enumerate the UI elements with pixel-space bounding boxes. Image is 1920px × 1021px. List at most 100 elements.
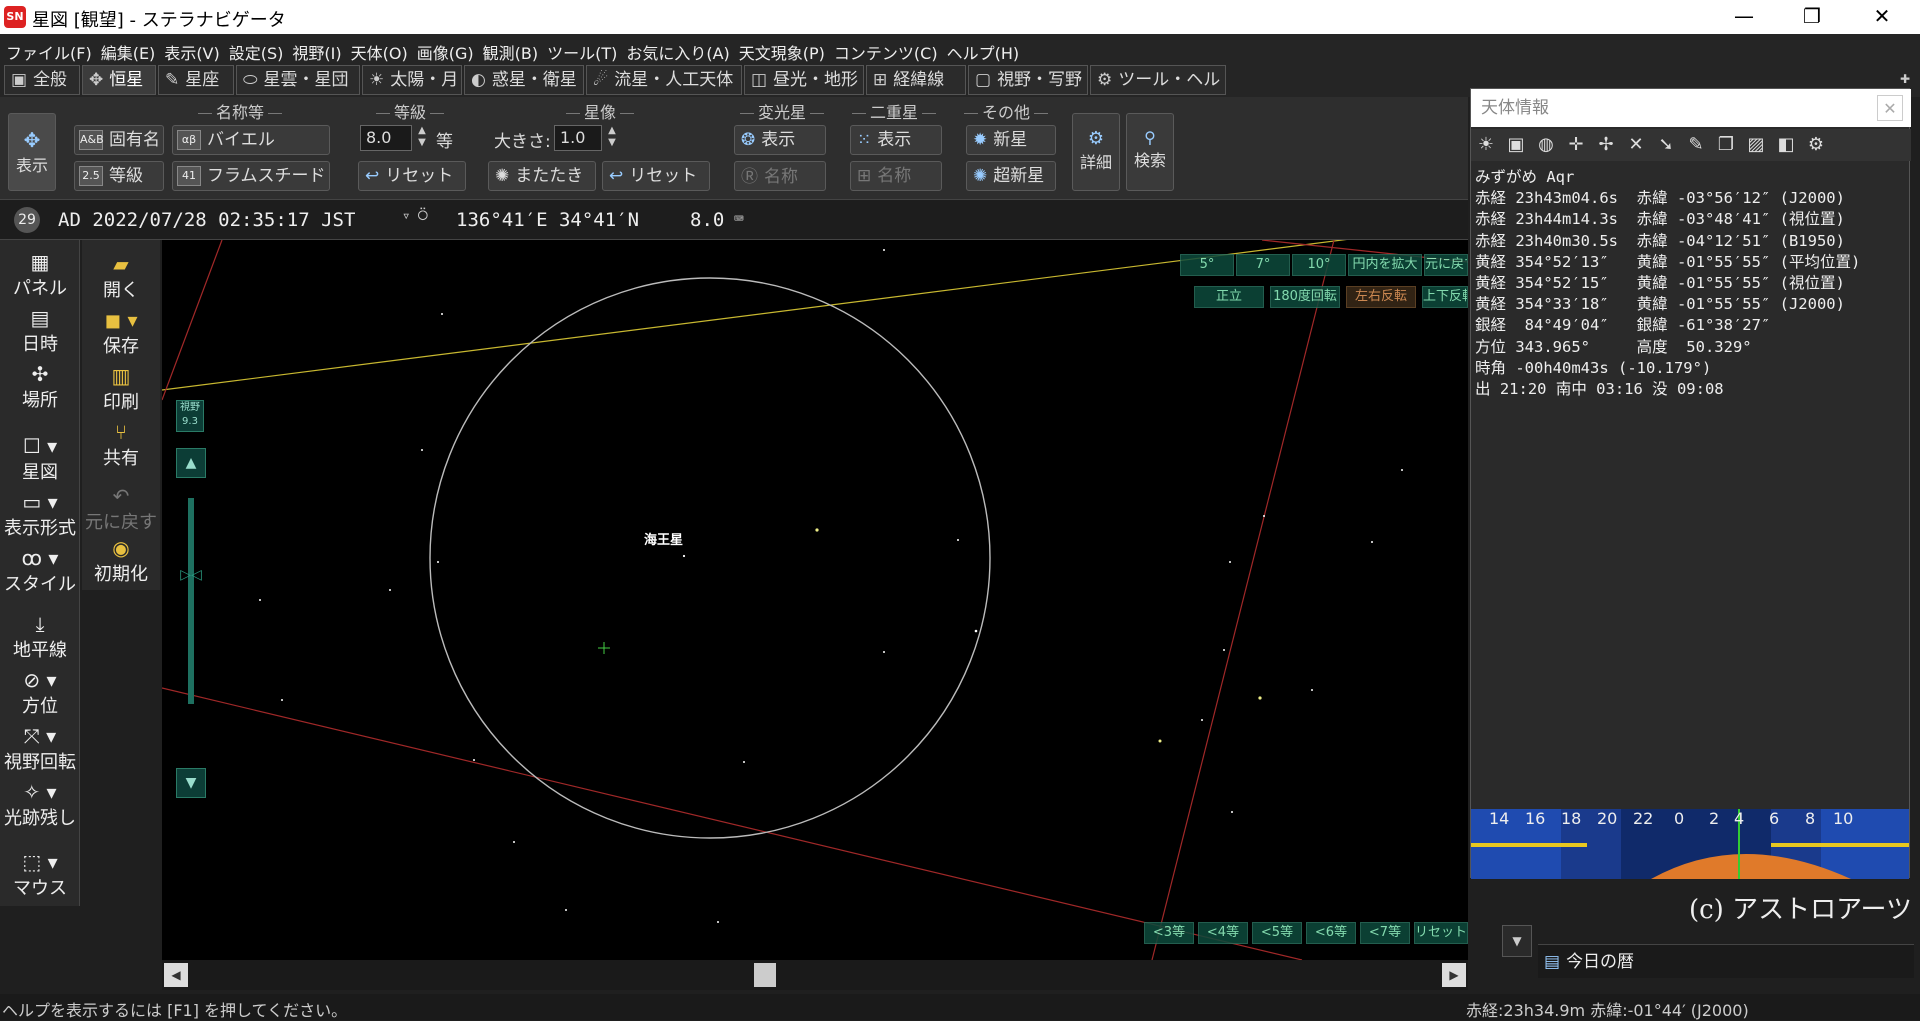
tab-general[interactable]: ▣ 全般	[4, 65, 80, 95]
twinkle-button[interactable]: ✺ またたき	[488, 161, 596, 191]
limit-mag6-button[interactable]: <6等	[1306, 922, 1356, 944]
datetime-button[interactable]: ▤ 日時	[0, 306, 80, 356]
style-button[interactable]: ꝏ ▾ スタイル	[0, 546, 80, 596]
variable-name-button[interactable]: Ⓡ 名称	[734, 161, 826, 191]
tab-nebula[interactable]: ⬭ 星雲・星団	[236, 65, 360, 95]
pointer-icon[interactable]: ➘	[1651, 131, 1681, 159]
altitude-timeline[interactable]: 14 16 18 20 22 0 2 4 6 8 10	[1471, 809, 1909, 879]
magnitude-reset-button[interactable]: ↩ リセット	[358, 161, 466, 191]
dropdown-icon[interactable]: ▿	[402, 208, 410, 224]
double-show-button[interactable]: ⁙ 表示	[850, 125, 942, 155]
image-icon[interactable]: ▨	[1741, 131, 1771, 159]
cross-icon[interactable]: ✛	[1561, 131, 1591, 159]
restore-button[interactable]: ❐	[1782, 0, 1842, 34]
panel-button[interactable]: ▦ パネル	[0, 250, 80, 300]
info-panel-close-icon[interactable]: ✕	[1877, 95, 1903, 121]
open-button[interactable]: ▰ 開く	[82, 252, 160, 302]
close-button[interactable]: ✕	[1852, 0, 1912, 34]
scroll-left-button[interactable]: ◀	[164, 963, 188, 987]
objects-icon[interactable]: ◍	[1531, 131, 1561, 159]
proper-name-button[interactable]: A&B 固有名	[74, 125, 164, 155]
menu-favorites[interactable]: お気に入り(A)	[620, 34, 732, 64]
zoom-out-button[interactable]: ▼	[176, 768, 206, 798]
print-button[interactable]: ▥ 印刷	[82, 364, 160, 414]
display-format-button[interactable]: ▭ ▾ 表示形式	[0, 490, 80, 540]
mirror-lr-button[interactable]: 左右反転	[1346, 286, 1416, 308]
menu-settings[interactable]: 設定(S)	[223, 34, 287, 64]
size-spinner[interactable]: ▲ ▼	[604, 125, 620, 151]
tab-grid[interactable]: ⊞ 経緯線	[866, 65, 966, 95]
trail-button[interactable]: ✧ ▾ 光跡残し	[0, 780, 80, 830]
menu-observe[interactable]: 観測(B)	[477, 34, 541, 64]
sun-icon[interactable]: ☀	[1471, 131, 1501, 159]
scroll-thumb[interactable]	[754, 963, 776, 987]
moon-age-icon[interactable]: 29	[14, 207, 40, 233]
limit-mag5-button[interactable]: <5等	[1252, 922, 1302, 944]
limit-mag7-button[interactable]: <7等	[1360, 922, 1410, 944]
menu-phenomena[interactable]: 天文現象(P)	[733, 34, 828, 64]
limit-reset-button[interactable]: リセット	[1414, 922, 1468, 944]
datetime-display[interactable]: AD 2022/07/28 02:35:17 JST	[58, 209, 355, 231]
menu-file[interactable]: ファイル(F)	[0, 34, 95, 64]
tab-field[interactable]: ▢ 視野・写野	[968, 65, 1088, 95]
tab-constellations[interactable]: ✎ 星座	[158, 65, 234, 95]
scroll-down-button[interactable]: ▼	[1502, 925, 1532, 957]
zoom-in-button[interactable]: ▲	[176, 448, 206, 478]
magnitude-label-button[interactable]: 2.5 等級	[74, 161, 164, 191]
target-icon[interactable]: ▣	[1501, 131, 1531, 159]
fov-7-button[interactable]: 7°	[1236, 254, 1290, 276]
minimize-button[interactable]: —	[1714, 0, 1774, 34]
undo-button[interactable]: ↶ 元に戻す	[82, 484, 160, 534]
zoom-slider-handle[interactable]: ▷◁	[172, 568, 210, 582]
nova-button[interactable]: ✹ 新星	[966, 125, 1056, 155]
direction-button[interactable]: ⊘ ▾ 方位	[0, 668, 80, 718]
menu-tools[interactable]: ツール(T)	[541, 34, 620, 64]
star-image-reset-button[interactable]: ↩ リセット	[602, 161, 710, 191]
fov-10-button[interactable]: 10°	[1292, 254, 1346, 276]
location-display[interactable]: 136°41′E 34°41′N	[456, 209, 639, 231]
window-icon[interactable]: ❐	[1711, 131, 1741, 159]
pin-icon[interactable]: ✚	[1900, 72, 1920, 88]
show-stars-button[interactable]: ✥ 表示	[8, 113, 56, 191]
cross-slash-icon[interactable]: ✕	[1621, 131, 1651, 159]
tab-sun-moon[interactable]: ☀ 太陽・月	[362, 65, 462, 95]
menu-contents[interactable]: コンテンツ(C)	[828, 34, 941, 64]
menu-view[interactable]: 表示(V)	[158, 34, 222, 64]
horizontal-scrollbar[interactable]: ◀ ▶	[162, 960, 1468, 990]
keyboard-icon[interactable]: ⌨	[734, 209, 744, 228]
tab-meteors[interactable]: ☄ 流星・人工天体	[586, 65, 742, 95]
tab-stars[interactable]: ✥ 恒星	[82, 65, 156, 95]
double-name-button[interactable]: ⊞ 名称	[850, 161, 942, 191]
supernova-button[interactable]: ✺ 超新星	[966, 161, 1056, 191]
place-button[interactable]: ✣ 場所	[0, 362, 80, 412]
menu-field[interactable]: 視野(I)	[286, 34, 344, 64]
share-button[interactable]: ⑂ 共有	[82, 420, 160, 470]
limit-mag4-button[interactable]: <4等	[1198, 922, 1248, 944]
scroll-right-button[interactable]: ▶	[1442, 963, 1466, 987]
flamsteed-button[interactable]: 41 フラムスチード	[172, 161, 330, 191]
pencil-icon[interactable]: ✎	[1681, 131, 1711, 159]
magnitude-display[interactable]: 8.0	[690, 209, 724, 231]
layout-icon[interactable]: ◧	[1771, 131, 1801, 159]
magnitude-input[interactable]: 8.0	[360, 125, 412, 151]
menu-edit[interactable]: 編集(E)	[95, 34, 159, 64]
horizon-button[interactable]: ⤓ 地平線	[0, 612, 80, 662]
magnitude-spinner[interactable]: ▲ ▼	[414, 125, 430, 151]
field-rotate-button[interactable]: ⤧ ▾ 視野回転	[0, 724, 80, 774]
fov-5-button[interactable]: 5°	[1180, 254, 1234, 276]
limit-mag3-button[interactable]: <3等	[1144, 922, 1194, 944]
reset-view-button[interactable]: ◉ 初期化	[82, 536, 160, 586]
mouse-button[interactable]: ⬚ ▾ マウス	[0, 850, 80, 900]
search-button[interactable]: ⚲ 検索	[1126, 113, 1174, 191]
tab-tools-help[interactable]: ⚙ツール・ヘルプ	[1090, 65, 1226, 118]
mirror-ud-button[interactable]: 上下反転	[1422, 286, 1468, 308]
settings-icon[interactable]: ⚙	[1801, 131, 1831, 159]
save-button[interactable]: ◼ ▾ 保存	[82, 308, 160, 358]
detail-button[interactable]: ⚙ 詳細	[1072, 113, 1120, 191]
bayer-button[interactable]: αβ バイエル	[172, 125, 330, 155]
menu-help[interactable]: ヘルプ(H)	[941, 34, 1023, 64]
tab-daylight[interactable]: ◫ 昼光・地形	[744, 65, 864, 95]
variable-show-button[interactable]: ❂ 表示	[734, 125, 826, 155]
tab-planets[interactable]: ◐ 惑星・衛星	[464, 65, 584, 95]
fov-undo-button[interactable]: 元に戻す	[1424, 254, 1468, 276]
